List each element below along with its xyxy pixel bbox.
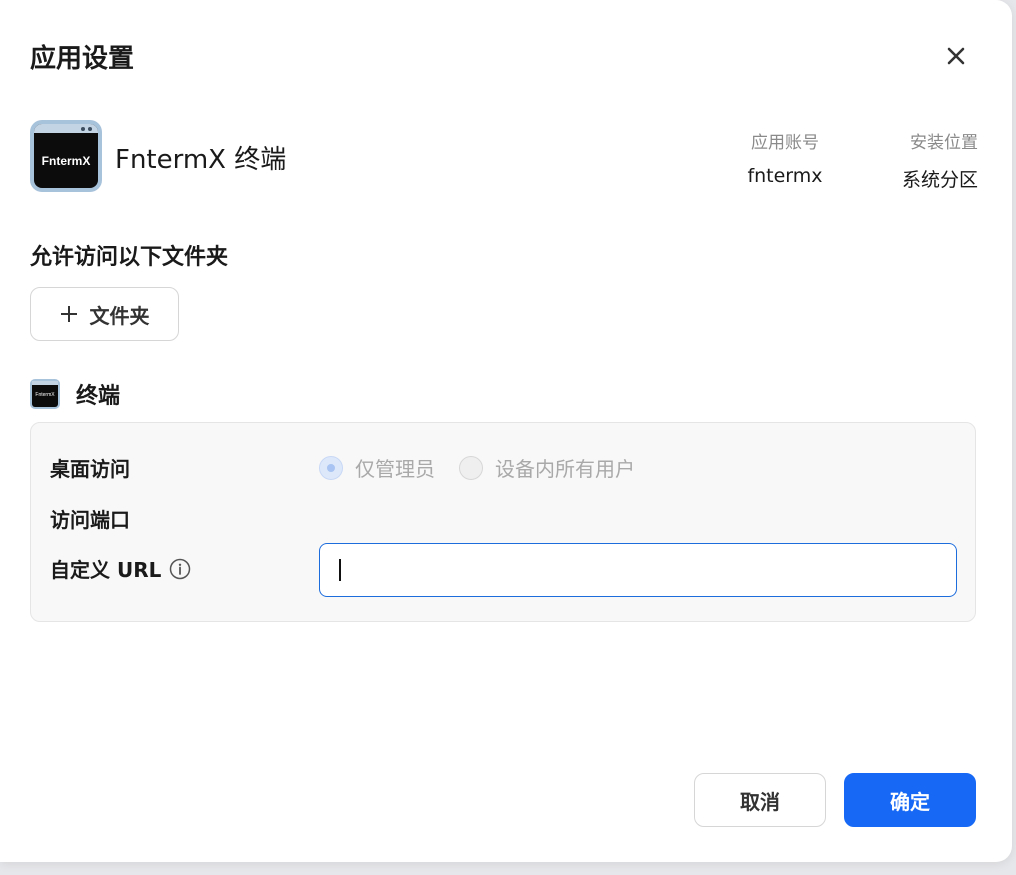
app-settings-dialog: 应用设置 FntermX FntermX 终端 应用账号 fntermx 安装位… <box>0 0 1012 862</box>
custom-url-label: 自定义 URL <box>50 558 162 582</box>
folder-access-title: 允许访问以下文件夹 <box>30 245 229 270</box>
custom-url-input[interactable] <box>319 543 957 597</box>
app-icon: FntermX <box>30 120 102 192</box>
terminal-section-header: FntermX 终端 <box>30 378 120 410</box>
app-account-value: fntermx <box>747 165 823 187</box>
close-icon <box>947 47 965 65</box>
desktop-access-radio-group: 仅管理员 设备内所有用户 <box>319 453 635 482</box>
add-folder-button[interactable]: 文件夹 <box>30 287 179 341</box>
app-account-info: 应用账号 fntermx <box>740 128 830 187</box>
dialog-title: 应用设置 <box>30 44 135 74</box>
add-folder-label: 文件夹 <box>89 303 150 328</box>
terminal-section-title: 终端 <box>76 384 121 409</box>
app-name: FntermX 终端 <box>115 145 287 175</box>
radio-all-users[interactable]: 设备内所有用户 <box>459 453 635 482</box>
access-port-label: 访问端口 <box>50 508 130 532</box>
install-location-label: 安装位置 <box>910 133 978 153</box>
cancel-button[interactable]: 取消 <box>694 773 826 827</box>
info-icon[interactable] <box>169 558 191 580</box>
app-account-label: 应用账号 <box>751 133 819 153</box>
install-location-value: 系统分区 <box>901 169 978 191</box>
confirm-button[interactable]: 确定 <box>844 773 976 827</box>
radio-admin-only[interactable]: 仅管理员 <box>319 453 435 482</box>
custom-url-label-row: 自定义 URL <box>50 554 191 583</box>
radio-all-users-label: 设备内所有用户 <box>495 457 635 481</box>
radio-admin-only-circle[interactable] <box>319 455 343 480</box>
terminal-settings-panel: 桌面访问 仅管理员 设备内所有用户 访问端口 自定义 URL <box>30 422 976 622</box>
close-button[interactable] <box>938 38 974 74</box>
text-caret <box>339 559 341 581</box>
terminal-icon: FntermX <box>30 379 60 409</box>
plus-icon <box>60 306 77 322</box>
terminal-icon-text: FntermX <box>35 392 55 398</box>
app-icon-text: FntermX <box>41 154 91 168</box>
desktop-access-label: 桌面访问 <box>50 457 130 481</box>
radio-all-users-circle[interactable] <box>459 455 483 480</box>
radio-admin-only-label: 仅管理员 <box>355 457 435 481</box>
install-location-info: 安装位置 系统分区 <box>888 128 978 192</box>
